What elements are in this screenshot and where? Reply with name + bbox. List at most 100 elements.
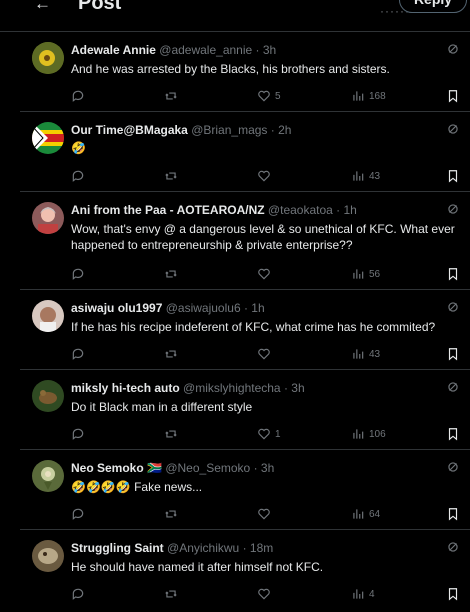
retweet-action[interactable]: [164, 168, 178, 184]
avatar[interactable]: [32, 42, 64, 74]
avatar[interactable]: [32, 540, 64, 572]
avatar[interactable]: [32, 460, 64, 492]
bookmark-action[interactable]: [446, 346, 460, 362]
bookmark-icon: [448, 170, 458, 183]
retweet-icon: [165, 92, 177, 100]
retweet-action[interactable]: [164, 426, 178, 442]
views-icon: [353, 269, 364, 279]
heart-icon: [258, 588, 270, 600]
like-action[interactable]: 5: [257, 88, 281, 104]
like-action[interactable]: [257, 506, 275, 522]
avatar[interactable]: [32, 122, 64, 154]
tweet-actions: 43: [71, 168, 461, 184]
grok-icon[interactable]: [446, 540, 460, 554]
bookmark-icon: [448, 90, 458, 103]
retweet-icon: [165, 590, 177, 598]
user-handle[interactable]: @teaokatoa: [268, 203, 333, 217]
views-action[interactable]: 64: [351, 506, 380, 522]
views-action[interactable]: 43: [351, 346, 380, 362]
views-action[interactable]: 56: [351, 266, 380, 282]
bookmark-action[interactable]: [446, 88, 460, 104]
avatar[interactable]: [32, 380, 64, 412]
heart-icon: [258, 348, 270, 360]
reply-action[interactable]: [71, 266, 85, 282]
bookmark-icon: [448, 588, 458, 601]
back-arrow-icon[interactable]: ←: [34, 0, 51, 14]
view-count: 56: [369, 268, 381, 280]
timestamp[interactable]: · 1h: [336, 203, 357, 217]
user-handle[interactable]: @mikslyhightecha: [183, 381, 281, 395]
user-handle[interactable]: @asiwajuolu6: [166, 301, 241, 315]
user-handle[interactable]: @adewale_annie: [159, 43, 252, 57]
avatar[interactable]: [32, 202, 64, 234]
display-name[interactable]: Adewale Annie: [71, 43, 156, 57]
views-action[interactable]: 168: [351, 88, 386, 104]
reply-tweet[interactable]: asiwaju olu1997 @asiwajuolu6 · 1h If he …: [20, 290, 470, 370]
timestamp[interactable]: · 3h: [256, 43, 277, 57]
like-action[interactable]: [257, 346, 275, 362]
retweet-icon: [165, 172, 177, 180]
bookmark-icon: [448, 268, 458, 281]
retweet-action[interactable]: [164, 586, 178, 602]
display-name[interactable]: Ani from the Paa - AOTEAROA/NZ: [71, 203, 265, 217]
timestamp[interactable]: · 3h: [254, 461, 275, 475]
bookmark-action[interactable]: [446, 586, 460, 602]
views-action[interactable]: 4: [351, 586, 375, 602]
tweet-actions: 4: [71, 586, 461, 602]
reply-icon: [72, 268, 84, 280]
grok-icon[interactable]: [446, 460, 460, 474]
like-action[interactable]: [257, 168, 275, 184]
timestamp[interactable]: · 2h: [271, 123, 292, 137]
reply-tweet[interactable]: Ani from the Paa - AOTEAROA/NZ @teaokato…: [20, 192, 470, 290]
user-handle[interactable]: @Neo_Semoko: [165, 461, 250, 475]
retweet-action[interactable]: [164, 88, 178, 104]
reply-tweet[interactable]: miksly hi-tech auto @mikslyhightecha · 3…: [20, 370, 470, 450]
reply-icon: [72, 588, 84, 600]
bookmark-action[interactable]: [446, 266, 460, 282]
timestamp[interactable]: · 3h: [284, 381, 305, 395]
reply-action[interactable]: [71, 506, 85, 522]
avatar[interactable]: [32, 300, 64, 332]
like-action[interactable]: [257, 586, 275, 602]
retweet-action[interactable]: [164, 506, 178, 522]
timestamp[interactable]: · 1h: [244, 301, 265, 315]
reply-button[interactable]: Reply: [399, 0, 467, 13]
reply-tweet[interactable]: Struggling Saint @Anyichikwu · 18m He sh…: [20, 530, 470, 610]
views-action[interactable]: 43: [351, 168, 380, 184]
timestamp[interactable]: · 18m: [243, 541, 274, 555]
retweet-action[interactable]: [164, 346, 178, 362]
reply-action[interactable]: [71, 168, 85, 184]
reply-action[interactable]: [71, 88, 85, 104]
top-bar: ← Post ······ Reply: [0, 0, 470, 32]
retweet-action[interactable]: [164, 266, 178, 282]
grok-icon[interactable]: [446, 42, 460, 56]
views-action[interactable]: 106: [351, 426, 386, 442]
view-count: 43: [369, 170, 381, 182]
bookmark-action[interactable]: [446, 426, 460, 442]
grok-icon[interactable]: [446, 380, 460, 394]
reply-action[interactable]: [71, 346, 85, 362]
display-name[interactable]: Struggling Saint: [71, 541, 164, 555]
retweet-icon: [165, 350, 177, 358]
tweet-actions: 56: [71, 266, 461, 282]
view-count: 4: [369, 588, 375, 600]
display-name[interactable]: Our Time@BMagaka: [71, 123, 188, 137]
grok-icon[interactable]: [446, 122, 460, 136]
like-action[interactable]: [257, 266, 275, 282]
user-handle[interactable]: @Anyichikwu: [167, 541, 239, 555]
user-handle[interactable]: @Brian_mags: [191, 123, 267, 137]
reply-tweet[interactable]: Adewale Annie @adewale_annie · 3h And he…: [20, 32, 470, 112]
display-name[interactable]: Neo Semoko: [71, 461, 144, 475]
bookmark-action[interactable]: [446, 168, 460, 184]
grok-icon[interactable]: [446, 202, 460, 216]
reply-tweet[interactable]: Neo Semoko 🇿🇦 @Neo_Semoko · 3h 🤣🤣🤣🤣 Fake…: [20, 450, 470, 530]
bookmark-action[interactable]: [446, 506, 460, 522]
grok-icon[interactable]: [446, 300, 460, 314]
display-name[interactable]: asiwaju olu1997: [71, 301, 162, 315]
reply-tweet[interactable]: Our Time@BMagaka @Brian_mags · 2h 🤣 43: [20, 112, 470, 192]
tweet-header: asiwaju olu1997 @asiwajuolu6 · 1h: [71, 301, 265, 315]
reply-action[interactable]: [71, 426, 85, 442]
display-name[interactable]: miksly hi-tech auto: [71, 381, 180, 395]
like-action[interactable]: 1: [257, 426, 281, 442]
reply-action[interactable]: [71, 586, 85, 602]
